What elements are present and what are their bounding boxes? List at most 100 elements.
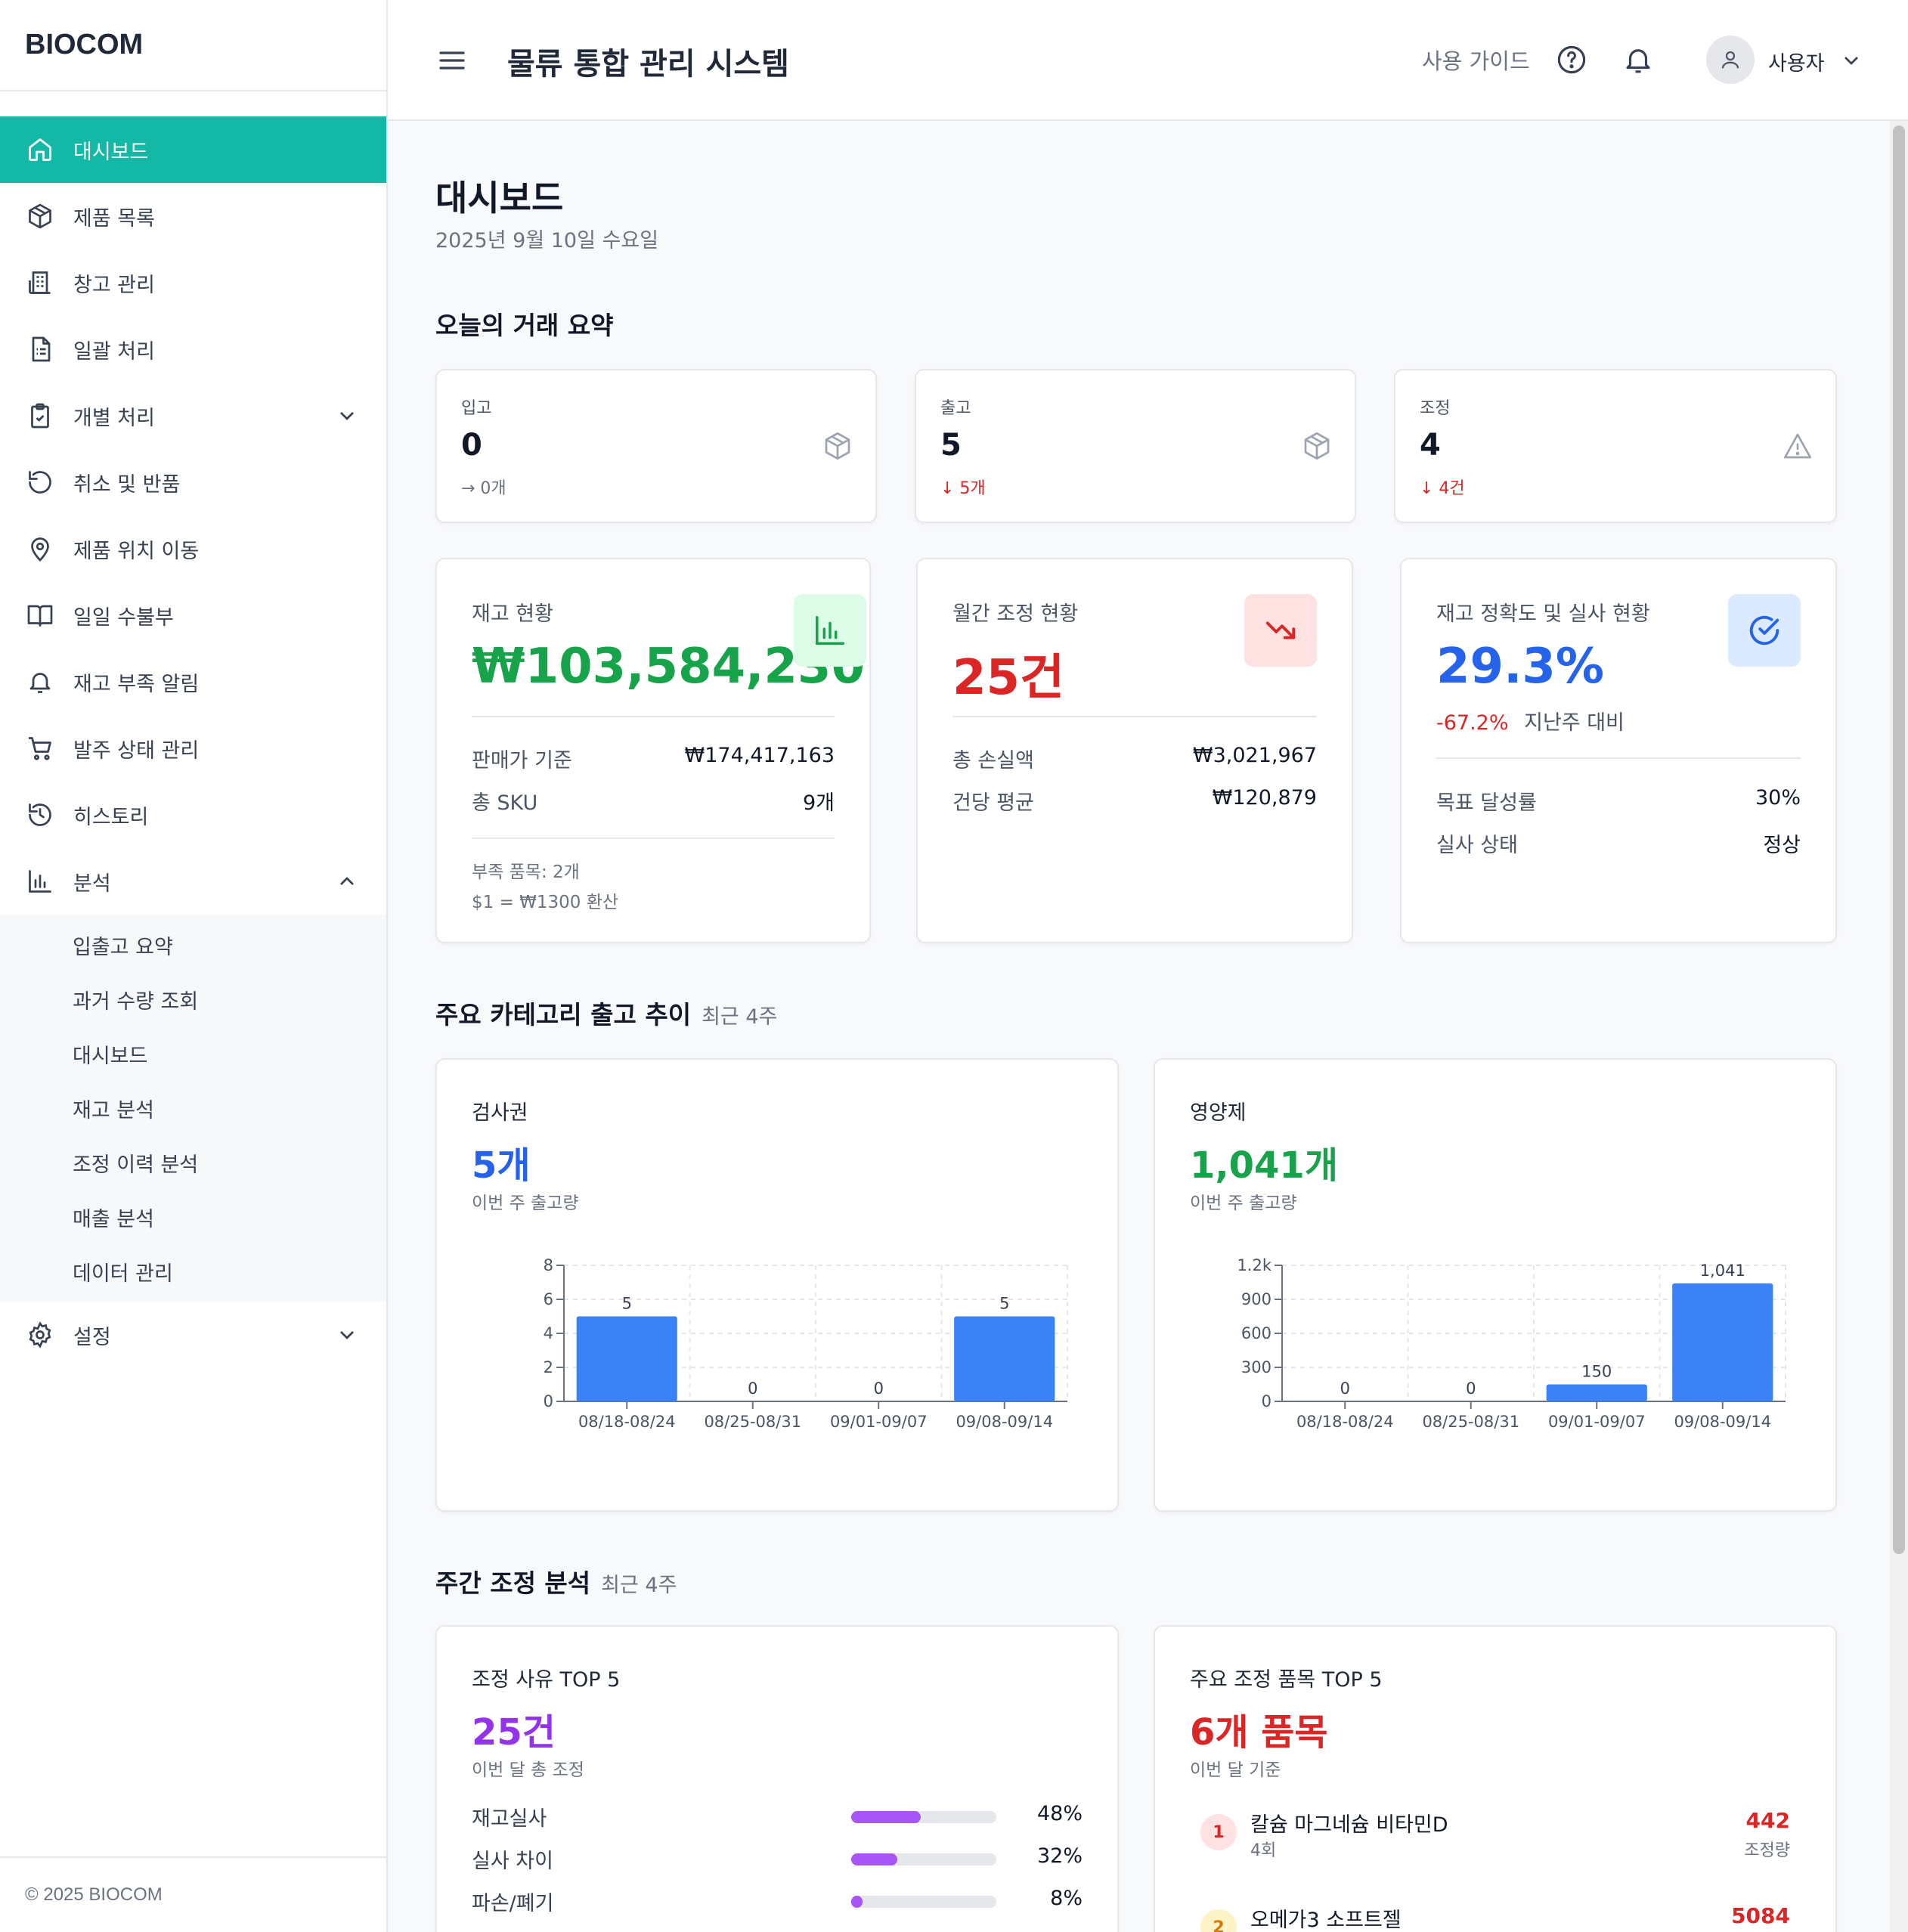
divider [1436,757,1801,759]
bar-value-label: 150 [1581,1363,1612,1381]
card-delta: ↓ 5개 [940,479,986,498]
reason-label: 재고실사 [472,1807,547,1831]
card-delta: ↓ 4건 [1420,479,1465,498]
submenu-item[interactable]: 매출 분석 [0,1190,386,1244]
page-date: 2025년 9월 10일 수요일 [435,229,659,252]
sidebar-item-settings[interactable]: 설정 [0,1302,386,1368]
accuracy-value: 29.3% [1436,639,1605,695]
submenu-item[interactable]: 데이터 관리 [0,1244,386,1299]
card-label: 재고 현황 [472,602,553,626]
sidebar-item-orders[interactable]: 발주 상태 관리 [0,715,386,782]
reason-bar-track [851,1853,996,1865]
hamburger-menu-icon[interactable] [437,45,467,76]
card-value: 6개 품목 [1190,1711,1328,1754]
stat-label: 총 SKU [472,791,538,815]
y-tick-label: 6 [544,1290,553,1308]
notification-bell-icon[interactable] [1622,44,1654,76]
sidebar-footer: © 2025 BIOCOM [0,1856,386,1932]
stat-label: 건당 평균 [952,791,1034,815]
section-title-today: 오늘의 거래 요약 [435,311,614,340]
stat-row: 건당 평균 ₩120,879 [952,786,1317,816]
y-tick-label: 0 [544,1392,553,1410]
user-guide-link[interactable]: 사용 가이드 [1422,44,1530,76]
summary-card-adjustment: 조정 4 ↓ 4건 [1394,369,1837,523]
card-label: 조정 [1420,399,1451,418]
section-subtitle: 최근 4주 [601,1574,677,1597]
sidebar-item-batch[interactable]: 일괄 처리 [0,316,386,382]
sidebar-item-location[interactable]: 제품 위치 이동 [0,516,386,582]
x-tick-label: 08/18-08/24 [1296,1413,1394,1431]
chevron-up-icon[interactable] [335,869,359,893]
sidebar: BIOCOM 대시보드 제품 목록 창고 관리 일괄 처리 개별 처리 취소 및… [0,0,388,1932]
divider [952,716,1317,717]
x-tick-label: 08/25-08/31 [704,1413,801,1431]
chevron-down-icon[interactable] [335,404,359,428]
submenu-item[interactable]: 입출고 요약 [0,918,386,972]
y-tick-label: 4 [544,1324,553,1342]
sidebar-item-analysis[interactable]: 분석 [0,848,386,915]
card-value: 0 [461,428,482,463]
cart-icon [25,733,55,763]
chevron-down-icon[interactable] [335,1323,359,1347]
shortage-note: 부족 품목: 2개 [472,862,580,882]
chevron-down-icon[interactable] [1839,48,1863,73]
adjust-reasons-card: 조정 사유 TOP 5 25건 이번 달 총 조정 재고실사 48% 실사 차이… [435,1625,1119,1932]
sidebar-item-ledger[interactable]: 일일 수불부 [0,582,386,649]
sidebar-item-warehouse[interactable]: 창고 관리 [0,249,386,316]
user-name[interactable]: 사용자 [1768,47,1825,76]
clipboard-icon [25,401,55,431]
page-title: 대시보드 [435,178,564,218]
rank-item[interactable]: 2 오메가3 소프트젤 5084 [1200,1903,1790,1932]
submenu-item[interactable]: 재고 분석 [0,1081,386,1135]
reason-bar-fill [851,1811,921,1823]
home-icon [25,135,55,165]
rank-item[interactable]: 1 칼슘 마그네슘 비타민D 4회 442 조정량 [1200,1808,1790,1869]
scrollbar-thumb[interactable] [1893,125,1905,1554]
bar-value-label: 0 [748,1379,757,1398]
map-pin-icon [25,534,55,564]
top-bar: 물류 통합 관리 시스템 사용 가이드 사용자 [388,0,1908,121]
sidebar-item-returns[interactable]: 취소 및 반품 [0,449,386,516]
adjust-items-card: 주요 조정 품목 TOP 5 6개 품목 이번 달 기준 1 칼슘 마그네슘 비… [1154,1625,1837,1932]
section-title-text: 주요 카테고리 출고 추이 [435,1000,692,1029]
card-delta: → 0개 [461,479,506,498]
bar [576,1316,677,1401]
check-circle-icon [1728,594,1801,667]
bar [954,1316,1055,1401]
app-title: 물류 통합 관리 시스템 [507,47,789,82]
item-qty: 442 [1745,1808,1790,1833]
help-icon[interactable] [1556,44,1587,76]
bar-value-label: 0 [1466,1379,1476,1398]
stat-label: 총 손실액 [952,749,1034,772]
sidebar-item-dashboard[interactable]: 대시보드 [0,116,386,183]
building-icon [25,268,55,298]
submenu-item[interactable]: 조정 이력 분석 [0,1135,386,1190]
stat-value: 9개 [802,791,835,815]
warning-icon [1784,433,1811,459]
card-value: 4 [1420,428,1441,463]
x-tick-label: 08/25-08/31 [1422,1413,1519,1431]
stat-value: 정상 [1763,834,1801,857]
card-sub: 이번 달 총 조정 [472,1760,584,1780]
category-card-test-kit: 검사권 5개 이번 주 출고량 0 2 4 6 8 5 08/18-08/24 0 08/25-… [435,1058,1119,1512]
reason-row: 실사 차이 32% [472,1844,1083,1875]
card-sub: 이번 달 기준 [1190,1760,1281,1780]
stat-label: 판매가 기준 [472,749,572,772]
item-count: 4회 [1250,1841,1277,1860]
divider [472,716,835,717]
sidebar-item-products[interactable]: 제품 목록 [0,183,386,249]
submenu-item[interactable]: 과거 수량 조회 [0,972,386,1026]
submenu-item[interactable]: 대시보드 [0,1026,386,1081]
item-name: 오메가3 소프트젤 [1250,1909,1402,1932]
user-icon [1721,51,1739,69]
sidebar-nav: 대시보드 제품 목록 창고 관리 일괄 처리 개별 처리 취소 및 반품 제품 … [0,116,386,1368]
sidebar-item-history[interactable]: 히스토리 [0,782,386,848]
avatar[interactable] [1706,36,1755,84]
x-tick-label: 09/08-09/14 [956,1413,1053,1431]
sidebar-item-low-stock[interactable]: 재고 부족 알림 [0,649,386,715]
sidebar-item-label: 취소 및 반품 [73,472,181,497]
reason-bar-fill [851,1853,898,1865]
stat-row: 총 손실액 ₩3,021,967 [952,744,1317,773]
bar-chart-icon [794,594,866,667]
sidebar-item-individual[interactable]: 개별 처리 [0,382,386,449]
